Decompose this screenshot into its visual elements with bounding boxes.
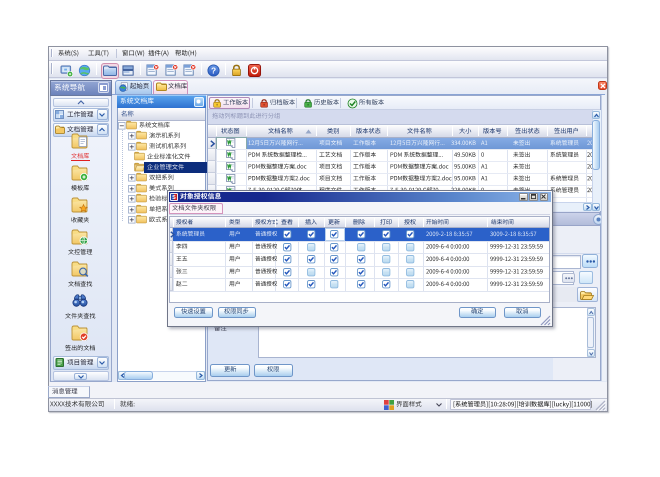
svg-text:?: ? [210,65,215,75]
svg-text:S: S [172,195,176,201]
